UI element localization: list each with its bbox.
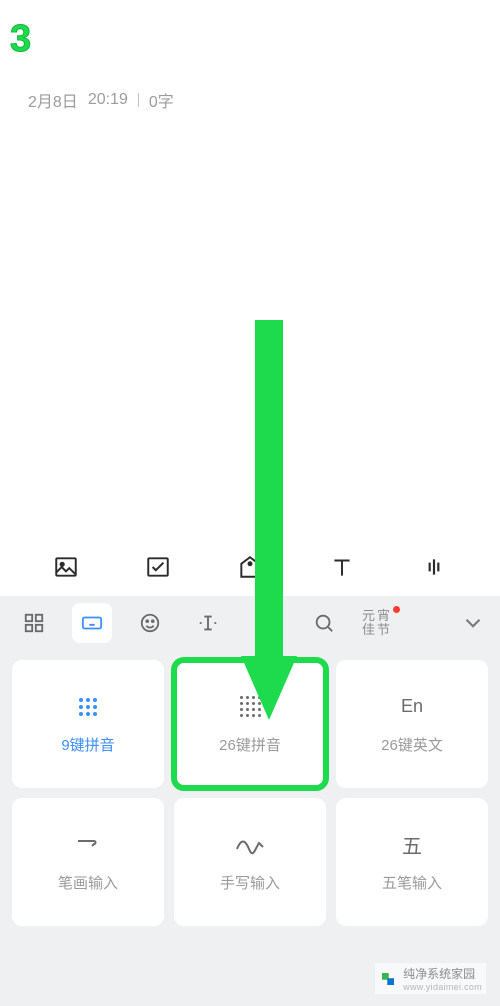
keypad-9-icon — [79, 694, 97, 720]
text-icon[interactable] — [329, 554, 355, 580]
chevron-down-icon[interactable] — [460, 610, 486, 636]
watermark-sub: www.yidaimei.com — [403, 982, 482, 992]
card-wubi[interactable]: 五 五笔输入 — [336, 798, 488, 926]
keyboard-tabbar: 元宵 佳节 — [0, 596, 500, 650]
english-icon: En — [401, 694, 423, 720]
card-stroke[interactable]: 笔画输入 — [12, 798, 164, 926]
card-handwrite[interactable]: 手写输入 — [174, 798, 326, 926]
notification-dot — [393, 606, 400, 613]
voice-icon[interactable] — [421, 554, 447, 580]
keyboard-panel: 元宵 佳节 9键拼音 26键拼音 — [0, 596, 500, 1006]
image-icon[interactable] — [53, 554, 79, 580]
card-label: 手写输入 — [220, 872, 280, 893]
card-label: 26键英文 — [381, 734, 443, 755]
card-pinyin-9[interactable]: 9键拼音 — [12, 660, 164, 788]
search-icon[interactable] — [304, 603, 344, 643]
card-pinyin-26[interactable]: 26键拼音 — [174, 660, 326, 788]
wubi-icon: 五 — [402, 832, 422, 858]
watermark-title: 纯净系统家园 — [403, 965, 482, 982]
watermark: 纯净系统家园 www.yidaimei.com — [375, 963, 486, 994]
meta-time: 20:19 — [88, 91, 128, 109]
meta-separator — [138, 93, 139, 107]
checkbox-icon[interactable] — [145, 554, 171, 580]
note-meta: 2月8日 20:19 0字 — [28, 88, 174, 112]
card-label: 五笔输入 — [382, 872, 442, 893]
emoji-icon[interactable] — [130, 603, 170, 643]
promo-badge[interactable]: 元宵 佳节 — [362, 609, 392, 637]
layout-grid-icon[interactable] — [14, 603, 54, 643]
card-label: 26键拼音 — [219, 734, 281, 755]
keypad-26-icon — [240, 694, 261, 720]
keyboard-layout-grid: 9键拼音 26键拼音 En 26键英文 笔画输入 — [0, 650, 500, 926]
card-label: 9键拼音 — [61, 734, 114, 755]
clipboard-icon[interactable] — [246, 603, 286, 643]
promo-line2: 佳节 — [362, 623, 392, 637]
promo-line1: 元宵 — [362, 609, 392, 623]
handwrite-icon — [235, 832, 265, 858]
card-english-26[interactable]: En 26键英文 — [336, 660, 488, 788]
meta-date: 2月8日 — [28, 88, 78, 112]
step-badge: 3 — [10, 18, 31, 61]
cursor-icon[interactable] — [188, 603, 228, 643]
meta-word-count: 0字 — [149, 88, 174, 112]
keyboard-icon[interactable] — [72, 603, 112, 643]
card-label: 笔画输入 — [58, 872, 118, 893]
watermark-logo-icon — [379, 970, 397, 988]
stroke-icon — [75, 832, 101, 858]
editor-toolbar — [0, 540, 500, 594]
tag-icon[interactable] — [237, 554, 263, 580]
